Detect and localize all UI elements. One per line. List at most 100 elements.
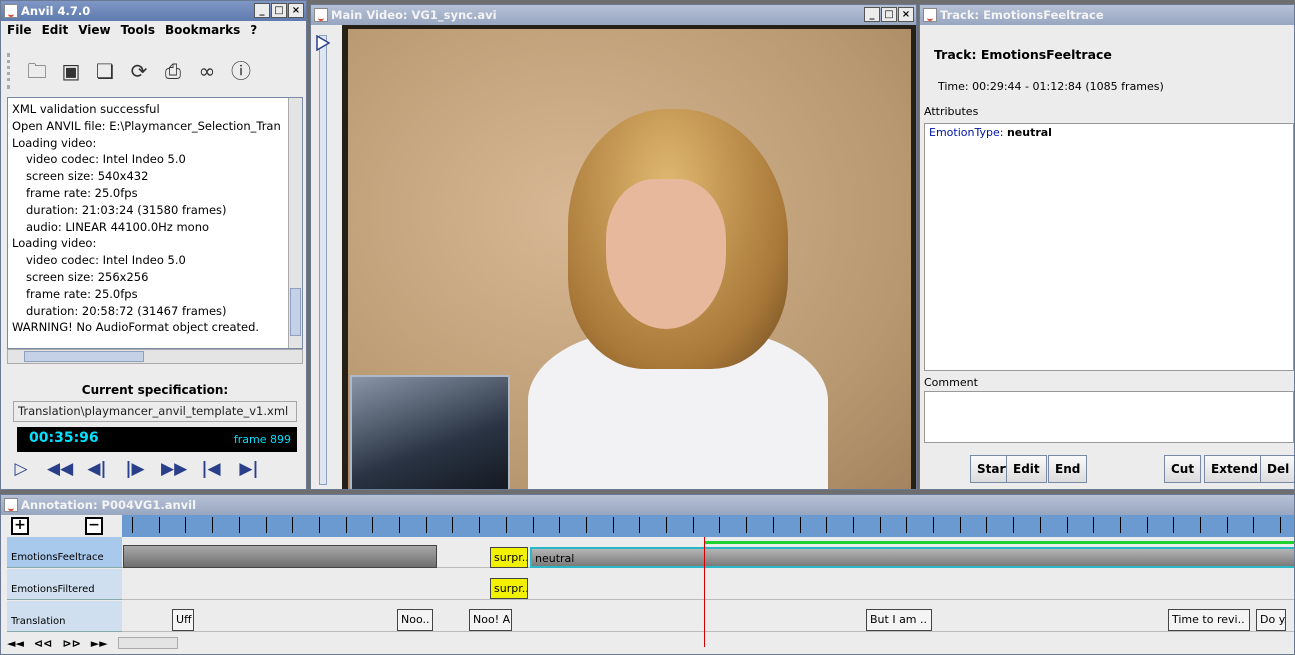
annotation-segment[interactable]: Do y..	[1256, 609, 1286, 631]
ruler-tick	[1253, 517, 1255, 533]
annotation-segment[interactable]	[123, 545, 437, 568]
log-lines: XML validation successful Open ANVIL file…	[12, 101, 298, 336]
menu-tools[interactable]: Tools	[121, 23, 155, 41]
java-icon	[314, 8, 328, 22]
maximize-button[interactable]: □	[271, 3, 287, 18]
track-row-emotions-feeltrace[interactable]: surpr... neutral	[122, 537, 1294, 568]
attributes-panel[interactable]: EmotionType: neutral	[924, 123, 1294, 371]
menu-help[interactable]: ?	[250, 23, 257, 41]
edit-button[interactable]: Edit	[1006, 455, 1047, 483]
comment-label: Comment	[924, 376, 978, 389]
track-label-translation[interactable]: Translation	[7, 601, 122, 632]
annotation-segment[interactable]: Noo! Al..	[469, 609, 512, 631]
ruler-tick	[585, 517, 587, 533]
ruler-tick	[265, 517, 267, 533]
time-display: 00:35:96 frame 899	[17, 427, 297, 452]
ruler-tick	[639, 517, 641, 533]
track-label-emotions-filtered[interactable]: EmotionsFiltered	[7, 569, 122, 600]
video-player[interactable]	[342, 25, 916, 489]
fast-forward-icon[interactable]: ▶▶	[161, 459, 187, 479]
track-heading: Track: EmotionsFeeltrace	[934, 47, 1112, 62]
jump-end-icon[interactable]: ▶|	[237, 459, 261, 479]
annotation-titlebar[interactable]: Annotation: P004VG1.anvil	[1, 495, 1294, 515]
refresh-icon[interactable]: ⟳	[128, 60, 150, 82]
track-row-translation[interactable]: Uff Noo.. Noo! Al.. But I am .. Time to …	[122, 601, 1294, 632]
binoculars-icon[interactable]: ∞	[196, 60, 218, 82]
timeline-horizontal-scrollbar[interactable]	[117, 637, 178, 649]
print-icon[interactable]: ⎙	[162, 60, 184, 82]
log-console[interactable]: XML validation successful Open ANVIL file…	[7, 97, 303, 349]
save-icon[interactable]: ▣	[60, 60, 82, 82]
spec-file-field[interactable]: Translation\playmancer_anvil_template_v1…	[13, 401, 297, 422]
rewind-icon[interactable]: ◀◀	[47, 459, 73, 479]
track-row-emotions-filtered[interactable]: surpr...	[122, 569, 1294, 600]
log-line: Loading video:	[12, 236, 97, 251]
play-icon[interactable]: ▷	[9, 459, 33, 479]
ruler-tick	[1013, 517, 1015, 533]
ruler-tick	[959, 517, 961, 533]
zoom-out-button[interactable]: −	[85, 517, 103, 535]
nav-first-button[interactable]: ◄◄	[7, 637, 24, 650]
spec-title: Current specification:	[81, 383, 229, 397]
ruler-tick	[986, 517, 988, 533]
delete-button[interactable]: Del	[1260, 455, 1294, 483]
track-window-title: Track: EmotionsFeeltrace	[940, 8, 1104, 22]
ruler-tick	[746, 517, 748, 533]
comment-field[interactable]	[924, 391, 1294, 443]
java-icon	[4, 498, 18, 512]
ruler-tick	[612, 517, 614, 533]
info-icon[interactable]: ⓘ	[230, 60, 252, 82]
nav-next-button[interactable]: ⊳⊳	[62, 637, 80, 650]
ruler-tick	[132, 517, 133, 533]
track-label-emotions-feeltrace[interactable]: EmotionsFeeltrace	[7, 537, 122, 568]
ruler-tick	[933, 517, 934, 533]
log-vertical-scrollbar[interactable]	[288, 98, 302, 348]
minimize-button[interactable]: _	[864, 7, 880, 22]
annotation-segment[interactable]: Noo..	[397, 609, 433, 631]
maximize-button[interactable]: □	[881, 7, 897, 22]
annotation-segment-surprise[interactable]: surpr...	[490, 547, 528, 568]
menu-file[interactable]: File	[7, 23, 32, 41]
nav-last-button[interactable]: ►►	[91, 637, 108, 650]
annotation-segment[interactable]: Time to revi..	[1168, 609, 1250, 631]
open-folder-icon[interactable]: 🗀	[26, 60, 48, 82]
time-ruler[interactable]	[122, 515, 1294, 537]
minimize-button[interactable]: _	[254, 3, 270, 18]
step-back-icon[interactable]: ◀|	[85, 459, 109, 479]
close-button[interactable]: ×	[898, 7, 914, 22]
annotation-segment[interactable]: Uff	[172, 609, 194, 631]
nav-prev-button[interactable]: ⊲⊲	[34, 637, 52, 650]
new-file-icon[interactable]: ❏	[94, 60, 116, 82]
attribute-value[interactable]: neutral	[1007, 126, 1052, 139]
close-button[interactable]: ×	[288, 3, 304, 18]
menu-bookmarks[interactable]: Bookmarks	[165, 23, 240, 41]
annotation-segment[interactable]: But I am ..	[866, 609, 932, 631]
menu-edit[interactable]: Edit	[42, 23, 69, 41]
annotation-segment-neutral-selected[interactable]: neutral	[530, 547, 1294, 568]
ruler-tick	[1226, 517, 1228, 533]
end-button[interactable]: End	[1048, 455, 1088, 483]
menu-view[interactable]: View	[78, 23, 110, 41]
ruler-tick	[452, 517, 454, 533]
extend-button[interactable]: Extend	[1204, 455, 1265, 483]
video-titlebar[interactable]: Main Video: VG1_sync.avi	[311, 5, 916, 25]
playback-slider-track[interactable]	[319, 35, 327, 485]
playback-slider-thumb[interactable]	[316, 35, 330, 51]
log-vertical-scroll-thumb[interactable]	[290, 288, 301, 336]
ruler-tick	[1146, 517, 1148, 533]
annotation-segment-surprise[interactable]: surpr...	[490, 578, 528, 599]
attribute-key: EmotionType:	[929, 126, 1004, 139]
playhead-cursor[interactable]	[704, 537, 705, 647]
log-horizontal-scrollbar[interactable]	[7, 349, 303, 364]
window-controls: _ □ ×	[254, 3, 304, 18]
log-horizontal-scroll-thumb[interactable]	[24, 351, 144, 362]
window-title: Anvil 4.7.0	[21, 4, 91, 18]
step-forward-icon[interactable]: |▶	[123, 459, 147, 479]
cut-button[interactable]: Cut	[1164, 455, 1202, 483]
main-toolbar: 🗀 ▣ ❏ ⟳ ⎙ ∞ ⓘ	[7, 53, 252, 89]
zoom-in-button[interactable]: +	[11, 517, 29, 535]
jump-start-icon[interactable]: |◀	[199, 459, 223, 479]
video-subject-face	[606, 179, 726, 329]
track-titlebar[interactable]: Track: EmotionsFeeltrace	[920, 5, 1294, 25]
ruler-tick	[425, 517, 427, 533]
